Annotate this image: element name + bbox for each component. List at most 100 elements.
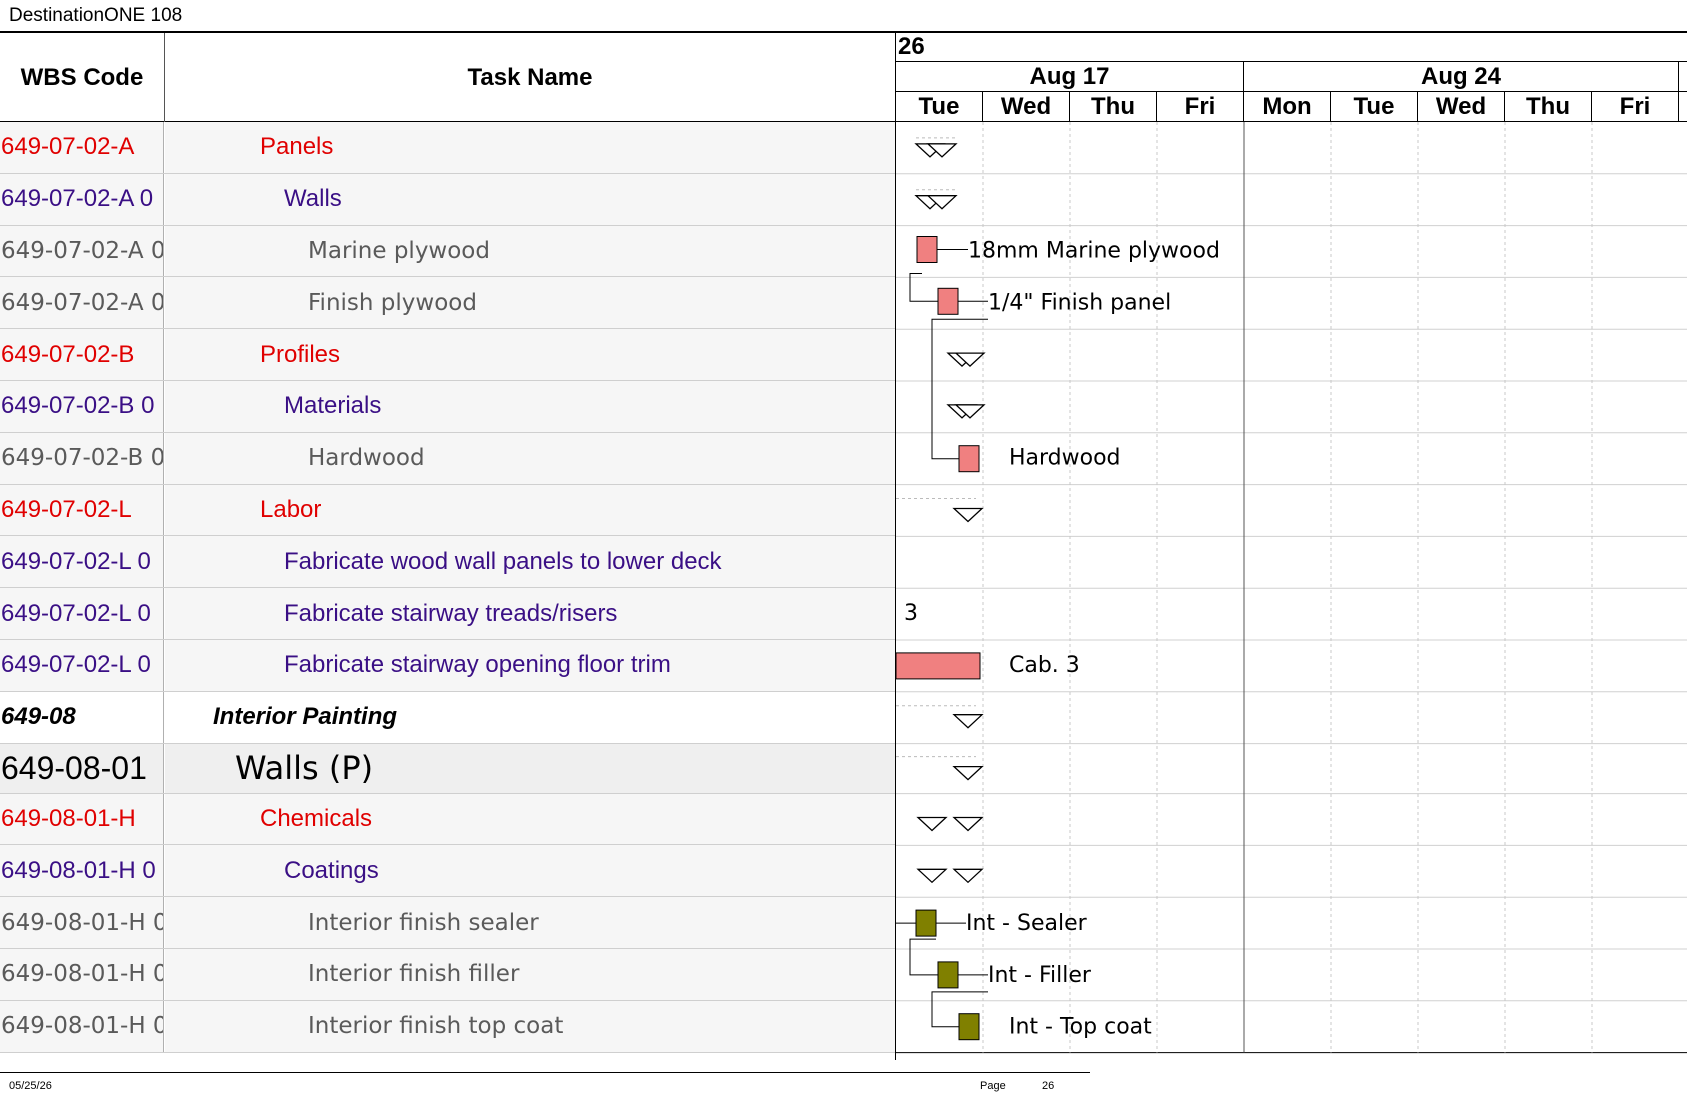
- timeline-day-label: Tue: [1331, 92, 1418, 121]
- timeline-weeks: Aug 17 Aug 24: [896, 62, 1687, 92]
- table-row[interactable]: 649-07-02-A 0 Walls: [0, 173, 895, 226]
- table-row[interactable]: 649-08-01-H Chemicals: [0, 793, 895, 846]
- labor-summary-marker: [952, 507, 984, 523]
- task-name-cell: Interior finish sealer: [165, 897, 895, 948]
- dependency-link: [909, 938, 938, 976]
- task-name-cell: Marine plywood: [165, 225, 895, 277]
- task-name-cell: Fabricate stairway opening floor trim: [165, 639, 895, 691]
- timeline-day-label: Fri: [1592, 92, 1679, 121]
- timeline-day-label: Thu: [1505, 92, 1592, 121]
- marine-plywood-label: 18mm Marine plywood: [968, 239, 1220, 264]
- table-row[interactable]: 649-08-01 Walls (P): [0, 743, 895, 794]
- timeline-day-label: Tue: [896, 92, 983, 121]
- sealer-label: Int - Sealer: [966, 911, 1088, 936]
- sealer-bar: [915, 909, 937, 937]
- footer-page-number: 26: [1042, 1080, 1055, 1092]
- finish-plywood-label: 1/4" Finish panel: [988, 290, 1171, 315]
- wbs-code-cell: 649-08-01-H: [0, 793, 164, 845]
- stairway-trim-bar: [896, 652, 981, 680]
- wbs-code-header[interactable]: WBS Code: [0, 33, 165, 122]
- topcoat-label: Int - Top coat: [1009, 1015, 1152, 1040]
- task-name-cell: Fabricate stairway treads/risers: [165, 588, 895, 639]
- table-row[interactable]: 649-07-02-A 01 Finish plywood: [0, 277, 895, 330]
- table-row[interactable]: 649-07-02-B Profiles: [0, 329, 895, 381]
- task-name-cell: Interior Painting: [165, 691, 895, 743]
- wbs-code-cell: 649-08-01-H 0: [0, 845, 164, 897]
- timeline-day-label: Fri: [1157, 92, 1244, 121]
- footer-divider: [0, 1072, 1090, 1073]
- timeline-week-label: Aug 17: [896, 62, 1244, 91]
- task-name-cell: Coatings: [165, 845, 895, 897]
- wbs-code-cell: 649-07-02-L 0: [0, 536, 164, 588]
- wbs-code-cell: 649-07-02-L: [0, 484, 164, 536]
- task-name-cell: Labor: [165, 484, 895, 536]
- table-row[interactable]: 649-08 Interior Painting: [0, 691, 895, 744]
- wbs-code-cell: 649-08: [0, 691, 164, 743]
- task-name-cell: Walls (P): [165, 743, 895, 793]
- task-name-cell: Hardwood: [165, 432, 895, 484]
- gantt-bars-canvas: 18mm Marine plywood 1/4" Finish panel Hard…: [896, 122, 1687, 1054]
- task-name-cell: Profiles: [165, 329, 895, 380]
- finish-plywood-bar: [937, 287, 959, 315]
- interior-painting-summary-marker: [952, 714, 984, 729]
- hardwood-bar: [958, 445, 980, 473]
- timeline-day-label: Mon: [1244, 92, 1331, 121]
- timeline-day-label: Wed: [1418, 92, 1505, 121]
- table-row[interactable]: 649-08-01-H 01Interior finish filler: [0, 948, 895, 1001]
- table-row[interactable]: 649-07-02-B 01 Hardwood: [0, 432, 895, 485]
- dependency-link: [931, 318, 988, 460]
- wbs-code-cell: 649-08-01-H 01: [0, 948, 164, 1000]
- table-row[interactable]: 649-07-02-L 0 Fabricate stairway treads/r…: [0, 588, 895, 640]
- wbs-code-cell: 649-08-01-H 01: [0, 897, 164, 948]
- task-name-cell: Interior finish filler: [165, 948, 895, 1000]
- task-name-cell: Finish plywood: [165, 277, 895, 329]
- stairway-treads-marker: 3: [904, 601, 918, 626]
- table-row[interactable]: 649-07-02-L 0 Fabricate wood wall panels …: [0, 536, 895, 589]
- table-row[interactable]: 649-08-01-H 01Interior finish sealer: [0, 897, 895, 949]
- timeline-week-label: Aug 24: [1244, 62, 1679, 91]
- chemicals-summary-marker: [916, 816, 948, 832]
- wbs-code-cell: 649-08-01: [0, 743, 164, 793]
- table-row[interactable]: 649-07-02-L Labor: [0, 484, 895, 537]
- task-name-cell: Materials: [165, 380, 895, 432]
- task-name-cell: Chemicals: [165, 793, 895, 845]
- timeline-days: Tue Wed Thu Fri Mon Tue Wed Thu Fri: [896, 92, 1687, 122]
- wbs-code-cell: 649-07-02-A 01: [0, 277, 164, 329]
- wbs-code-cell: 649-07-02-B: [0, 329, 164, 380]
- walls-p-summary-marker: [952, 765, 984, 781]
- task-name-cell: Panels: [165, 122, 895, 173]
- task-name-cell: Fabricate wood wall panels to lower deck: [165, 536, 895, 588]
- gantt-chart-area: 26 Aug 17 Aug 24 Tue Wed Thu Fri Mon Tue Wed Thu…: [895, 31, 1687, 1060]
- timeline-day-label: Thu: [1070, 92, 1157, 121]
- wbs-code-cell: 649-07-02-L 0: [0, 639, 164, 691]
- wbs-code-cell: 649-07-02-A: [0, 122, 164, 173]
- hardwood-label: Hardwood: [1009, 446, 1121, 471]
- wbs-code-cell: 649-07-02-B 01: [0, 432, 164, 484]
- task-name-header[interactable]: Task Name: [165, 33, 895, 122]
- coatings-summary-marker: [952, 868, 984, 884]
- coatings-summary-marker: [916, 868, 948, 884]
- marine-plywood-bar: [916, 236, 938, 263]
- wbs-code-cell: 649-07-02-B 0: [0, 380, 164, 432]
- task-name-cell: Walls: [165, 173, 895, 225]
- filler-bar: [937, 961, 959, 989]
- wbs-code-cell: 649-08-01-H 01: [0, 1000, 164, 1052]
- chemicals-summary-marker: [952, 816, 984, 832]
- table-row[interactable]: 649-07-02-A Panels: [0, 122, 895, 174]
- footer-page-label: Page: [980, 1080, 1006, 1092]
- gantt-table: WBS Code Task Name 649-07-02-A Panels 649-…: [0, 31, 1687, 1060]
- table-row[interactable]: 649-07-02-B 0 Materials: [0, 380, 895, 433]
- table-row[interactable]: 649-08-01-H 0 Coatings: [0, 845, 895, 898]
- stairway-trim-label: Cab. 3: [1009, 653, 1080, 678]
- timeline-year-label: 26: [896, 31, 1687, 62]
- footer-date: 05/25/26: [9, 1080, 52, 1092]
- filler-label: Int - Filler: [988, 963, 1092, 988]
- task-rows: 649-07-02-A Panels 649-07-02-A 0 Walls 649-0…: [0, 122, 895, 1053]
- table-row[interactable]: 649-07-02-A 01 Marine plywood: [0, 225, 895, 278]
- timeline-day-label: Wed: [983, 92, 1070, 121]
- wbs-code-cell: 649-07-02-L 0: [0, 588, 164, 639]
- document-title: DestinationONE 108: [9, 5, 183, 26]
- table-row[interactable]: 649-07-02-L 0 Fabricate stairway opening …: [0, 639, 895, 692]
- column-header-row: WBS Code Task Name: [0, 31, 895, 122]
- table-row[interactable]: 649-08-01-H 01Interior finish top coat: [0, 1000, 895, 1053]
